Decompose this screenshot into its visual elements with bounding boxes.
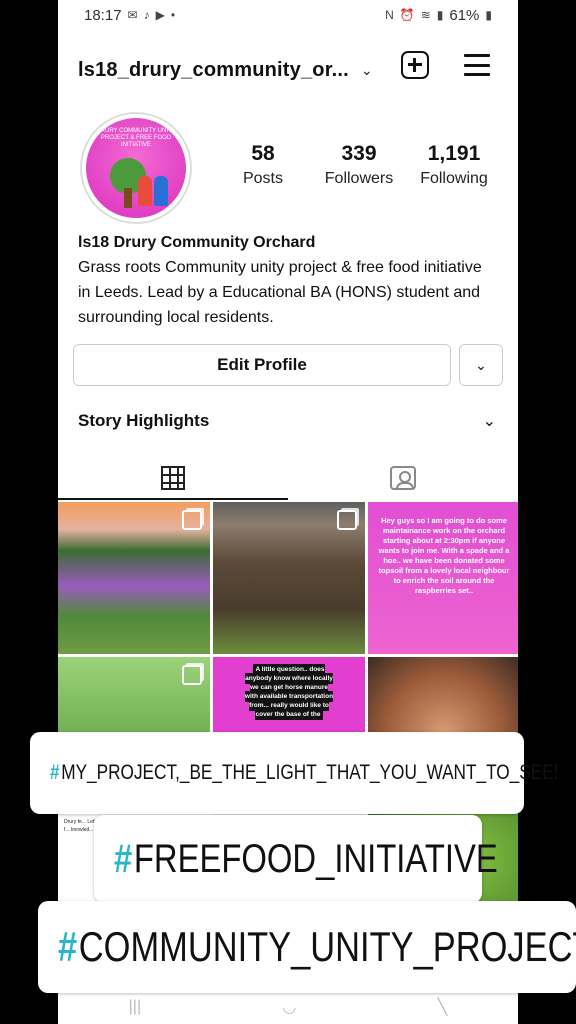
followers-count: 339: [341, 142, 377, 165]
hash-symbol: #: [58, 923, 78, 970]
create-post-button[interactable]: [398, 48, 432, 82]
following-label: Following: [420, 170, 488, 187]
post-text: A little question.. does anybody know wh…: [244, 664, 334, 720]
followers-stat[interactable]: 339 Followers: [316, 140, 402, 190]
messenger-icon: ✉: [127, 8, 138, 22]
alarm-icon: ⏰: [399, 8, 415, 22]
dot-icon: •: [170, 8, 176, 22]
post-thumbnail[interactable]: [213, 502, 365, 654]
signal-icon: ▮: [436, 8, 444, 22]
suggested-dropdown-button[interactable]: ⌄: [459, 344, 503, 386]
child-graphic: [138, 176, 152, 206]
chevron-down-icon: ⌄: [475, 356, 487, 373]
story-highlights-label: Story Highlights: [78, 411, 210, 430]
story-highlights-row[interactable]: Story Highlights ⌄: [58, 386, 518, 456]
tagged-person-icon: [390, 466, 416, 490]
hash-symbol: #: [50, 761, 60, 784]
following-stat[interactable]: 1,191 Following: [416, 140, 492, 190]
profile-actions: Edit Profile ⌄: [58, 344, 518, 386]
posts-label: Posts: [242, 170, 283, 187]
nfc-icon: N: [385, 8, 394, 22]
grid-icon: [161, 466, 185, 490]
profile-header: ls18_drury_community_or... ⌄: [58, 30, 518, 110]
profile-tabs: [58, 456, 518, 500]
tab-tagged[interactable]: [288, 456, 518, 500]
tiktok-icon: ♪: [143, 8, 150, 22]
hashtag-text: MY_PROJECT,_BE_THE_LIGHT_THAT_YOU_WANT_T…: [61, 761, 559, 784]
posts-count: 58: [251, 142, 275, 165]
post-thumbnail[interactable]: Hey guys so I am going to do some mainta…: [368, 502, 518, 654]
battery-icon: ▮: [485, 8, 492, 22]
hamburger-menu-icon: [464, 54, 490, 76]
hashtag-sticker[interactable]: #FREEFOOD_INITIATIVE: [94, 815, 498, 903]
post-text: Hey guys so I am going to do some mainta…: [378, 516, 510, 595]
tree-trunk-graphic: [124, 188, 132, 208]
youtube-icon: ▶: [155, 8, 165, 22]
hashtag-text: COMMUNITY_UNITY_PROJECT: [78, 923, 576, 970]
battery-percent: 61%: [449, 6, 480, 24]
wifi-icon: ≋: [420, 8, 431, 22]
hashtag-text: FREEFOOD_INITIATIVE: [133, 836, 498, 881]
status-time: 18:17: [84, 6, 122, 24]
carousel-icon: [182, 510, 202, 530]
chevron-down-icon[interactable]: ⌄: [361, 62, 373, 79]
avatar[interactable]: DRURY COMMUNITY UNITY PROJECT & FREE FOO…: [80, 112, 192, 224]
chevron-down-icon: ⌄: [482, 413, 496, 430]
avatar-image: DRURY COMMUNITY UNITY PROJECT & FREE FOO…: [86, 118, 186, 218]
bio-text: Grass roots Community unity project & fr…: [78, 259, 482, 326]
status-bar: 18:17 ✉ ♪ ▶ • N ⏰ ≋ ▮ 61% ▮: [58, 0, 518, 30]
following-count: 1,191: [427, 142, 481, 165]
profile-summary: DRURY COMMUNITY UNITY PROJECT & FREE FOO…: [58, 110, 518, 240]
menu-button[interactable]: [460, 48, 494, 82]
tab-grid[interactable]: [58, 456, 288, 500]
edit-profile-button[interactable]: Edit Profile: [73, 344, 451, 386]
home-icon[interactable]: ◡: [282, 997, 296, 1017]
bio: ls18 Drury Community Orchard Grass roots…: [58, 230, 518, 330]
avatar-logo-text: DRURY COMMUNITY UNITY PROJECT & FREE FOO…: [96, 128, 176, 148]
recent-apps-icon[interactable]: |||: [129, 998, 141, 1016]
hash-symbol: #: [114, 836, 133, 881]
followers-label: Followers: [324, 170, 394, 187]
child-graphic: [154, 176, 168, 206]
carousel-icon: [182, 665, 202, 685]
posts-stat[interactable]: 58 Posts: [238, 140, 288, 190]
system-nav-bar: ||| ◡ ╲: [58, 990, 518, 1024]
active-tab-indicator: [58, 498, 288, 500]
post-thumbnail[interactable]: [58, 502, 210, 654]
username[interactable]: ls18_drury_community_or...: [78, 59, 349, 82]
plus-square-icon: [401, 51, 429, 79]
hashtag-sticker[interactable]: #COMMUNITY_UNITY_PROJECT: [38, 901, 576, 993]
back-icon[interactable]: ╲: [438, 997, 448, 1017]
carousel-icon: [337, 510, 357, 530]
hashtag-sticker[interactable]: #MY_PROJECT,_BE_THE_LIGHT_THAT_YOU_WANT_…: [30, 732, 559, 814]
